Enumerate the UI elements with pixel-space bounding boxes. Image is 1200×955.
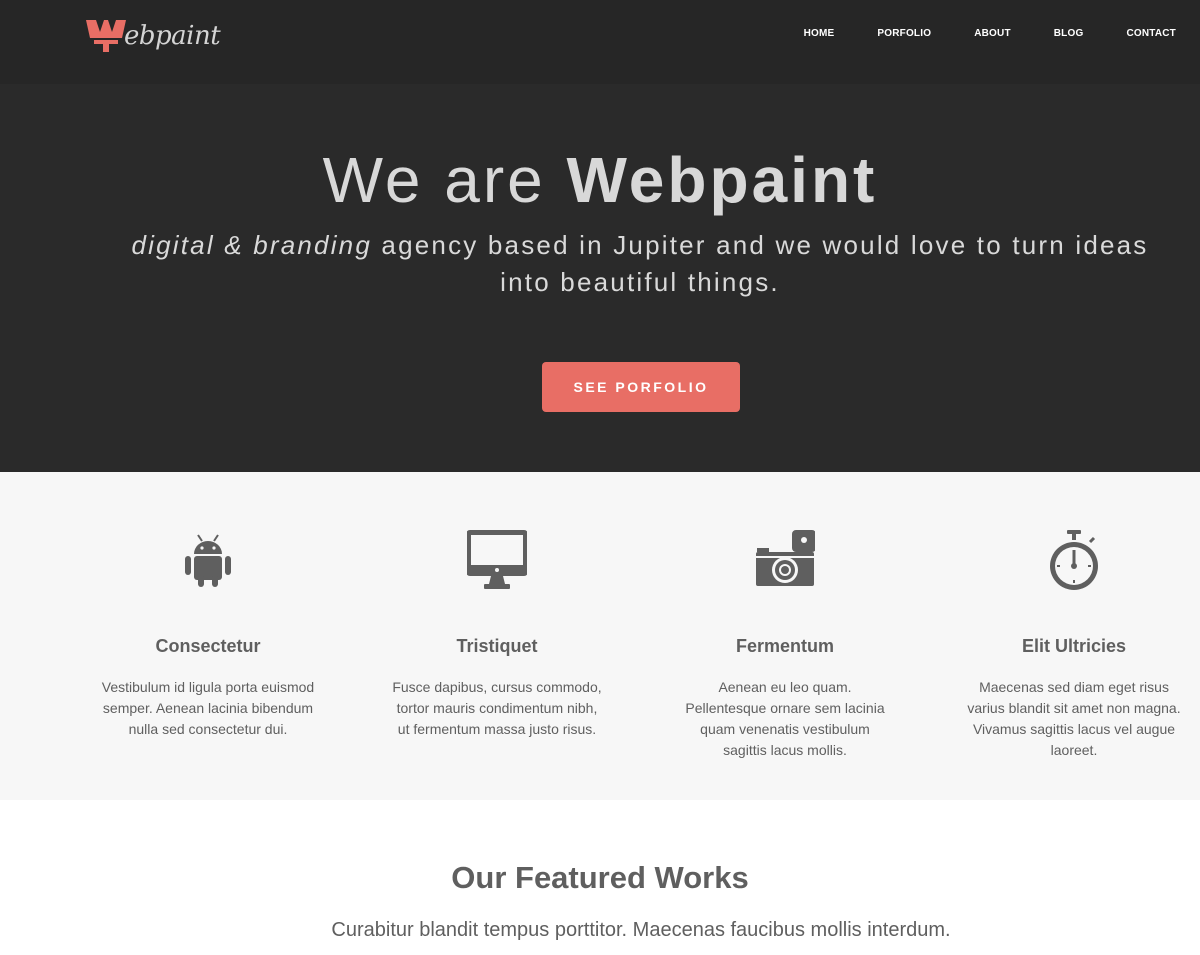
paintbrush-icon (86, 20, 126, 52)
nav-about[interactable]: ABOUT (974, 28, 1011, 39)
monitor-icon (467, 530, 527, 589)
brand-logo[interactable]: ebpaint (86, 18, 221, 54)
stopwatch-icon (1050, 530, 1098, 590)
section-title: Our Featured Works (451, 860, 749, 895)
hero-section: We are Webpaint digital & branding agenc… (0, 84, 1200, 472)
feature-text: Vestibulum id ligula porta euismod sempe… (101, 679, 315, 737)
hero-subtitle-text: agency based in Jupiter and we would lov… (372, 230, 1149, 297)
feature-title: Fermentum (735, 636, 834, 656)
android-icon (185, 534, 231, 587)
nav-contact[interactable]: CONTACT (1126, 28, 1176, 39)
hero-title-prefix: We are (322, 144, 567, 216)
top-navbar: ebpaint HOME PORFOLIO ABOUT BLOG CONTACT (0, 0, 1200, 84)
camera-icon (756, 530, 815, 586)
hero-subtitle-emphasis: digital & branding (131, 230, 372, 260)
see-portfolio-button[interactable]: SEE PORFOLIO (542, 362, 740, 412)
feature-text: Aenean eu leo quam. Pellentesque ornare … (685, 679, 885, 758)
hero-subtitle: digital & branding agency based in Jupit… (110, 227, 1170, 301)
nav-porfolio[interactable]: PORFOLIO (877, 28, 931, 39)
hero-title: We are Webpaint (0, 142, 1200, 218)
feature-title: Consectetur (155, 636, 261, 656)
section-subtitle: Curabitur blandit tempus porttitor. Maec… (331, 919, 951, 941)
feature-text: Fusce dapibus, cursus commodo, tortor ma… (392, 679, 602, 737)
featured-works-section: Our Featured Works Curabitur blandit tem… (0, 800, 1200, 955)
hero-title-brand: Webpaint (566, 144, 878, 216)
feature-title: Elit Ultricies (1021, 636, 1127, 656)
feature-text: Maecenas sed diam eget risus varius blan… (967, 679, 1181, 758)
nav-home[interactable]: HOME (804, 28, 835, 39)
nav-blog[interactable]: BLOG (1054, 28, 1084, 39)
features-section: Consectetur Vestibulum id ligula porta e… (0, 472, 1200, 800)
feature-title: Tristiquet (456, 636, 538, 656)
brand-name: ebpaint (124, 21, 221, 51)
main-nav: HOME PORFOLIO ABOUT BLOG CONTACT (761, 28, 1176, 39)
